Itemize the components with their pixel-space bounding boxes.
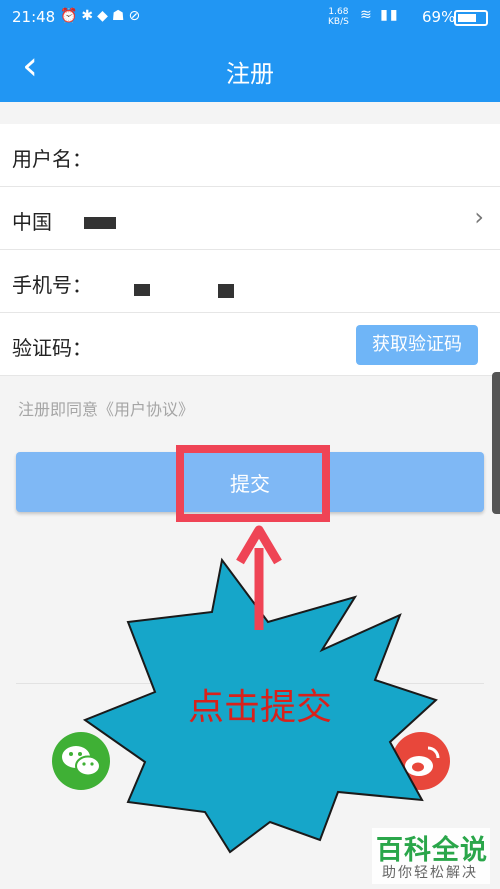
watermark-subtitle: 助你轻松解决	[382, 865, 478, 881]
callout-text: 点击提交	[187, 687, 332, 728]
callout-burst	[82, 525, 438, 854]
watermark: 百科全说 助你轻松解决	[372, 828, 490, 884]
